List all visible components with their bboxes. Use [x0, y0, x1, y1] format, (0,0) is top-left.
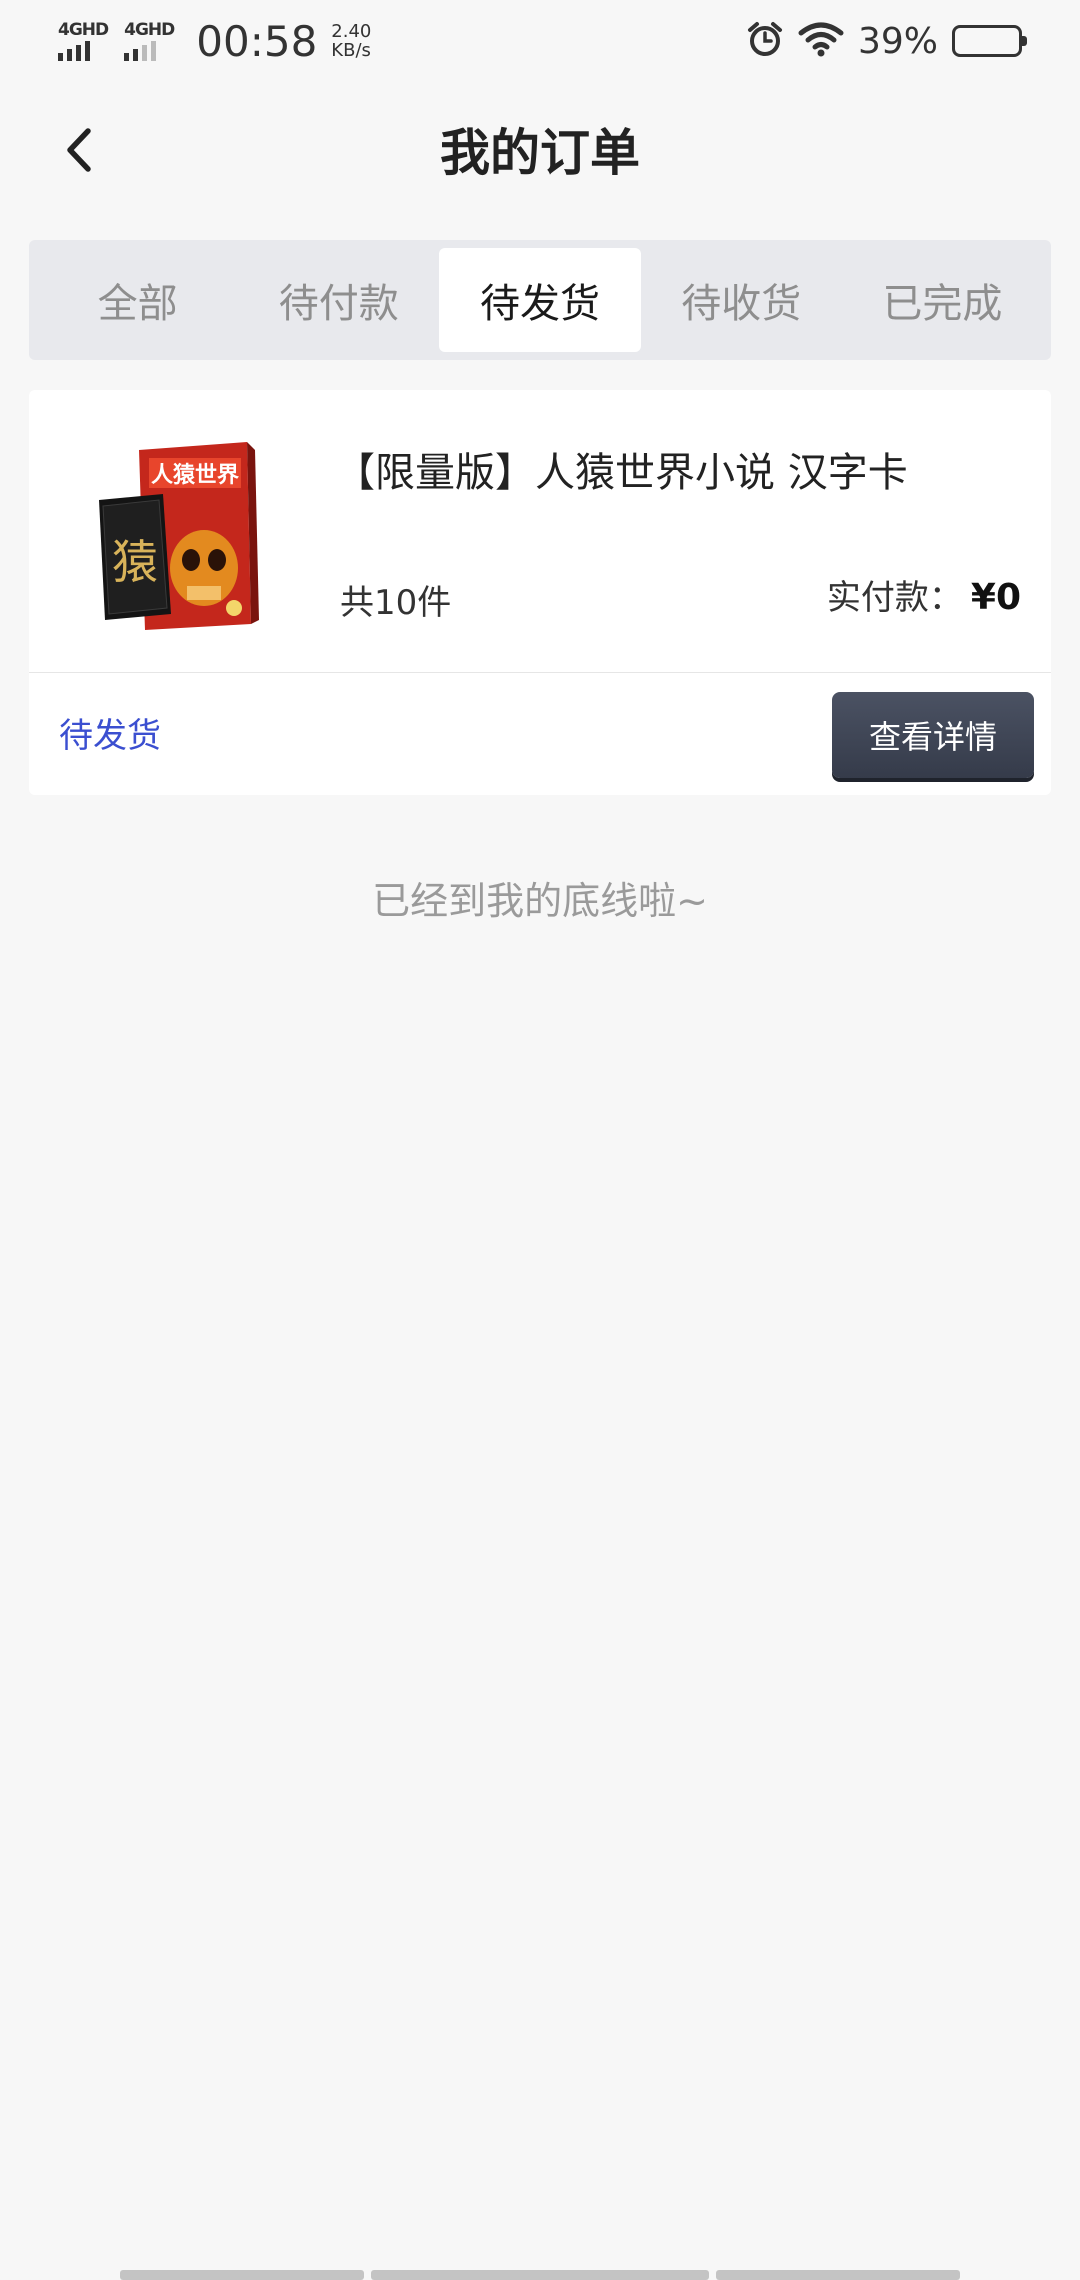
- paid-label: 实付款：: [826, 578, 963, 618]
- alarm-icon: [746, 20, 784, 62]
- order-card[interactable]: 人猿世界 猿 【限量版】人猿世界小说 汉字卡 共10件 实付款： ¥0 待发货 …: [29, 390, 1051, 795]
- tab-pending-receipt[interactable]: 待收货: [641, 248, 842, 352]
- tab-pending-payment[interactable]: 待付款: [238, 248, 439, 352]
- status-bar: 4GHD 4GHD 00:58 2.40 KB/s 39%: [0, 0, 1080, 82]
- signal-sim2: 4GHD: [124, 20, 175, 61]
- clock: 00:58: [196, 16, 318, 66]
- end-of-list-text: 已经到我的底线啦~: [372, 879, 708, 923]
- network-speed-unit: KB/s: [331, 40, 371, 61]
- signal-bars-icon: [58, 41, 90, 61]
- book-cover-title: 人猿世界: [151, 463, 239, 488]
- network-speed: 2.40 KB/s: [331, 22, 371, 60]
- paid-amount-row: 实付款： ¥0: [827, 570, 1021, 619]
- tab-pending-shipment[interactable]: 待发货: [439, 248, 641, 352]
- order-status-tabs: 全部 待付款 待发货 待收货 已完成: [29, 240, 1051, 360]
- product-title: 【限量版】人猿世界小说 汉字卡: [335, 450, 908, 496]
- tab-all[interactable]: 全部: [37, 248, 238, 352]
- nav-hint-bar-right: [716, 2270, 960, 2280]
- nav-hint-bar-left: [120, 2270, 364, 2280]
- page-header: 我的订单: [0, 82, 1080, 216]
- page-title: 我的订单: [440, 124, 640, 182]
- wifi-icon: [798, 21, 844, 61]
- view-details-button[interactable]: 查看详情: [832, 692, 1034, 778]
- network-type-label: 4GHD: [58, 20, 109, 40]
- status-right: 39%: [746, 20, 1027, 62]
- tab-completed[interactable]: 已完成: [842, 248, 1043, 352]
- product-image[interactable]: 人猿世界 猿: [79, 428, 279, 638]
- paid-amount: ¥0: [970, 577, 1021, 618]
- signal-bars-icon: [124, 41, 157, 61]
- nav-hint-bar-center: [371, 2270, 709, 2280]
- item-quantity: 共10件: [340, 583, 452, 623]
- battery-icon: [952, 25, 1027, 57]
- battery-percent: 39%: [857, 20, 938, 62]
- chevron-left-icon: [67, 128, 91, 172]
- divider: [29, 672, 1051, 673]
- signal-sim1: 4GHD: [58, 20, 109, 61]
- network-speed-value: 2.40: [331, 21, 372, 42]
- card-glyph: 猿: [112, 535, 158, 589]
- order-status-text: 待发货: [59, 716, 161, 756]
- network-type-label: 4GHD: [124, 20, 175, 40]
- back-button[interactable]: [40, 110, 120, 190]
